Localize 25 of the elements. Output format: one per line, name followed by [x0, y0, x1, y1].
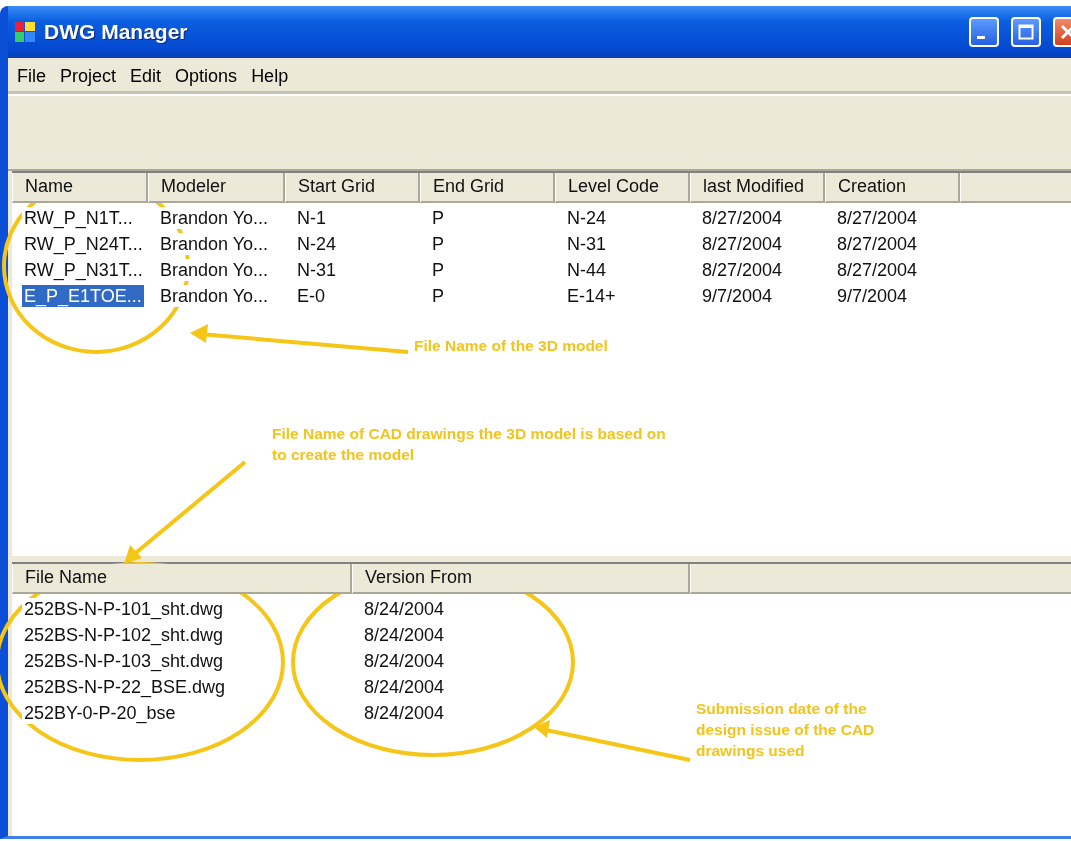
- column-header[interactable]: End Grid: [420, 173, 555, 203]
- column-header[interactable]: Modeler: [148, 173, 285, 203]
- menu-item[interactable]: File: [10, 63, 53, 89]
- menu-item[interactable]: Project: [53, 63, 124, 89]
- column-header[interactable]: File Name: [12, 564, 352, 594]
- column-header[interactable]: Start Grid: [285, 173, 420, 203]
- maximize-icon: [1018, 24, 1034, 40]
- annotation-text: File Name of the 3D model: [414, 336, 609, 356]
- app-icon: [14, 21, 36, 43]
- list-item[interactable]: RW_P_N1T...: [22, 206, 135, 229]
- menu-item[interactable]: Help: [244, 63, 296, 89]
- menu-item[interactable]: Edit: [123, 63, 169, 89]
- annotation-text: File Name of CAD drawings the 3D model is based on to create the model: [272, 424, 667, 465]
- menu-item[interactable]: Options: [168, 63, 245, 89]
- column-header[interactable]: last Modified: [690, 173, 825, 203]
- window-title: DWG Manager: [44, 20, 188, 44]
- annotation-text: Submission date of the design issue of the CAD drawings used: [696, 699, 876, 761]
- list-item[interactable]: E_P_E1TOE...: [22, 284, 144, 307]
- column-header[interactable]: Level Code: [555, 173, 690, 203]
- maximize-button[interactable]: [1011, 17, 1041, 47]
- minimize-icon: [977, 35, 985, 39]
- column-header[interactable]: Version From: [352, 564, 690, 594]
- column-header[interactable]: Creation: [825, 173, 960, 203]
- column-header[interactable]: Name: [12, 173, 148, 203]
- minimize-button[interactable]: [969, 17, 999, 47]
